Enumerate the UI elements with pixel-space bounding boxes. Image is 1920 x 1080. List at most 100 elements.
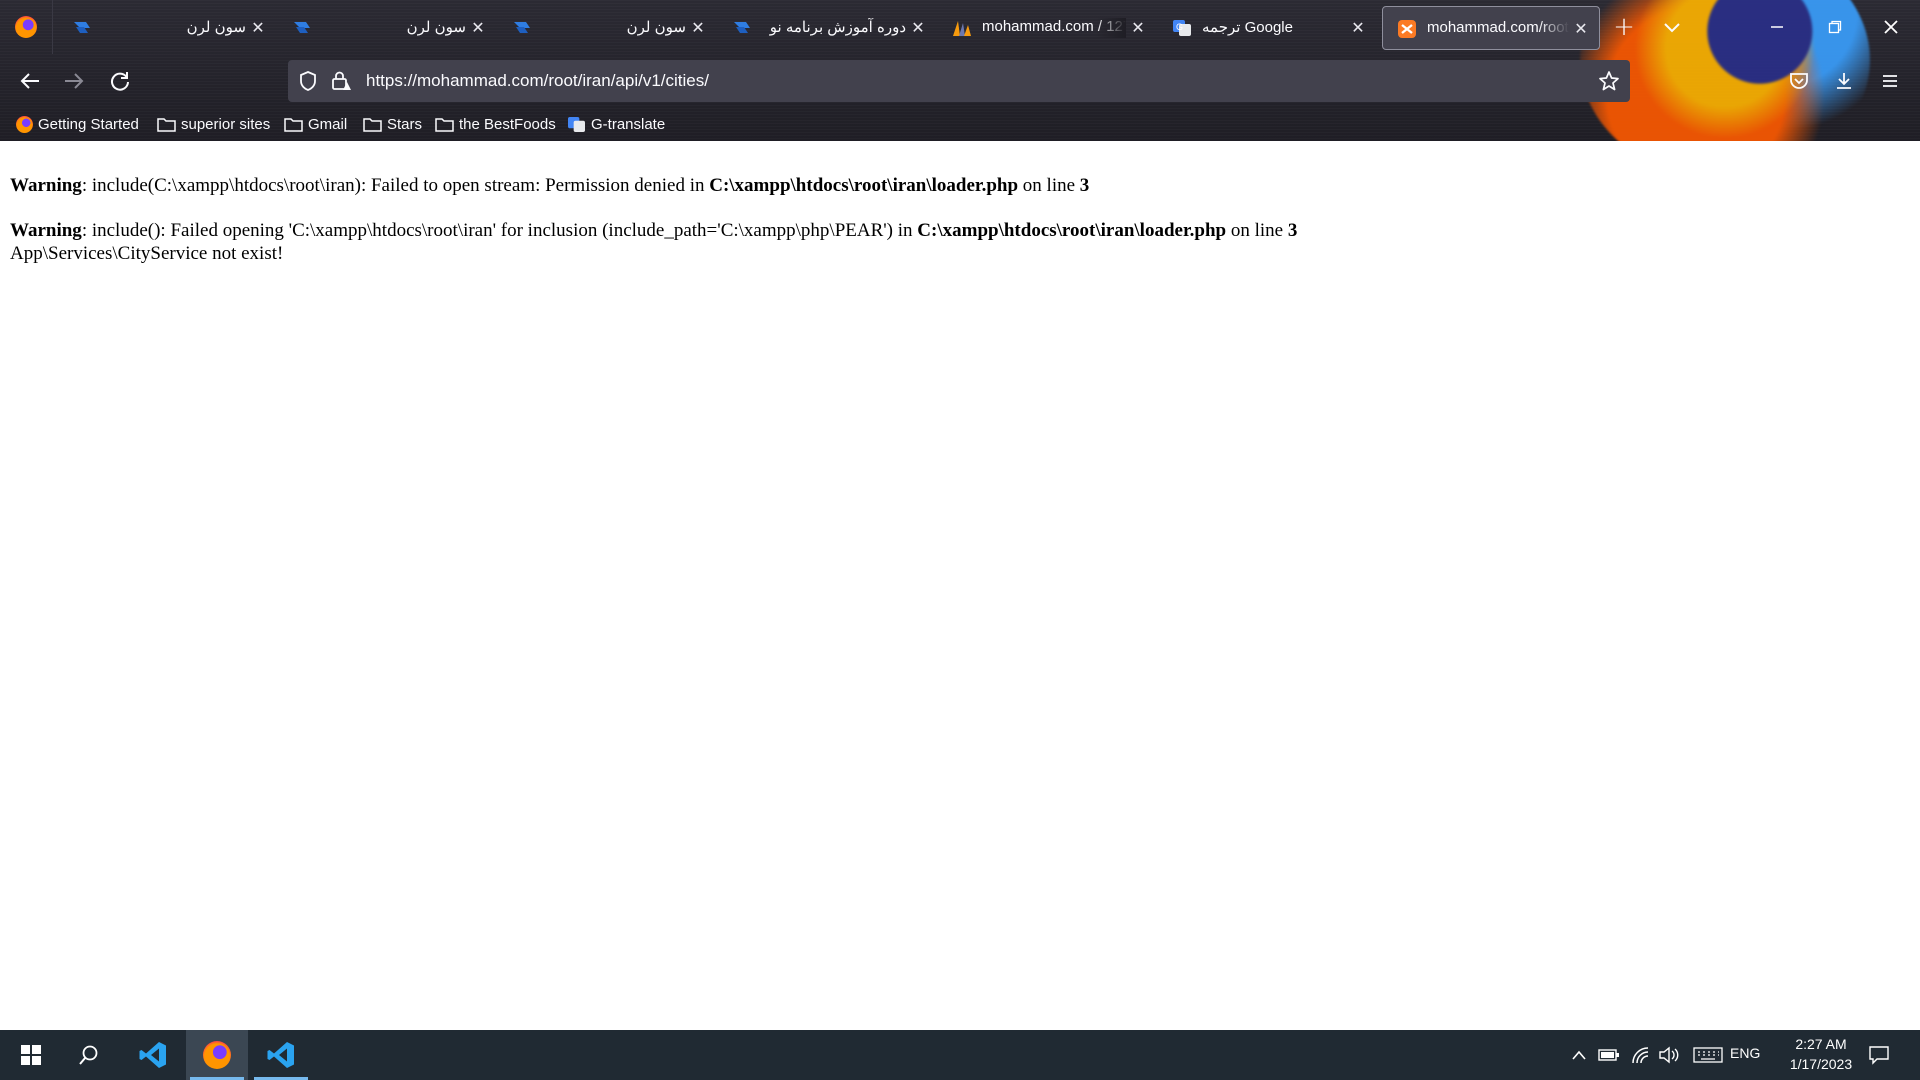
battery-icon xyxy=(1598,1049,1619,1061)
shield-icon[interactable] xyxy=(297,70,319,92)
reload-icon xyxy=(111,72,129,91)
bookmark-gmail[interactable]: Gmail xyxy=(284,112,347,136)
search-button[interactable] xyxy=(58,1030,120,1080)
tab-1[interactable]: سون لرن ✕ xyxy=(58,6,276,50)
wifi-icon xyxy=(1632,1047,1649,1064)
warning-label: Warning xyxy=(10,220,82,241)
taskbar-firefox[interactable] xyxy=(186,1030,248,1080)
close-icon[interactable]: ✕ xyxy=(1348,18,1368,38)
arrow-right-icon xyxy=(65,73,84,89)
close-icon[interactable]: ✕ xyxy=(468,18,488,38)
list-all-tabs-button[interactable] xyxy=(1652,8,1692,46)
vscode-icon xyxy=(267,1042,294,1068)
start-button[interactable] xyxy=(0,1030,62,1080)
clock-date: 1/17/2023 xyxy=(1789,1056,1853,1072)
tab-4[interactable]: دوره آموزش برنامه نو ✕ xyxy=(718,6,936,50)
bookmark-label: Getting Started xyxy=(38,115,139,133)
firefox-icon xyxy=(203,1041,231,1069)
tab-title: سون لرن xyxy=(406,19,466,36)
restore-button[interactable] xyxy=(1808,0,1862,54)
tab-title: ترجمه Google xyxy=(1202,19,1293,36)
bookmark-the-bestfoods[interactable]: the BestFoods xyxy=(435,112,556,136)
network-button[interactable] xyxy=(1630,1045,1652,1065)
warning-2: Warning: include(): Failed opening 'C:\x… xyxy=(10,220,1297,242)
bookmark-label: Stars xyxy=(387,115,423,133)
firefox-icon xyxy=(15,16,37,38)
close-icon[interactable]: ✕ xyxy=(248,18,268,38)
warning-text: : include(): Failed opening 'C:\xampp\ht… xyxy=(81,220,918,241)
close-icon[interactable]: ✕ xyxy=(1571,19,1591,39)
lock-warning-icon[interactable] xyxy=(330,70,352,92)
taskbar-vscode[interactable] xyxy=(122,1030,184,1080)
minimize-button[interactable] xyxy=(1750,0,1804,54)
pocket-button[interactable] xyxy=(1781,63,1817,99)
windows-taskbar: ENG 2:27 AM 1/17/2023 xyxy=(0,1030,1920,1080)
bookmark-label: G-translate xyxy=(591,115,666,133)
windows-start-icon xyxy=(21,1045,41,1065)
volume-button[interactable] xyxy=(1658,1045,1680,1065)
new-tab-button[interactable]: + xyxy=(1604,8,1644,46)
tab-title: mohammad.com/root xyxy=(1427,19,1569,39)
browser-chrome: سون لرن ✕ سون لرن ✕ سون لرن ✕ دوره آموزش… xyxy=(0,0,1920,141)
warning-file: C:\xampp\htdocs\root\iran\loader.php xyxy=(709,175,1019,196)
close-icon[interactable]: ✕ xyxy=(908,18,928,38)
hamburger-menu-icon xyxy=(1883,75,1897,87)
firefox-menu-button[interactable] xyxy=(0,0,53,54)
url-bar[interactable]: https://mohammad.com/root/iran/api/v1/ci… xyxy=(288,60,1630,102)
warning-1: Warning: include(C:\xampp\htdocs\root\ir… xyxy=(10,175,1089,197)
warning-label: Warning xyxy=(10,175,82,196)
action-center-button[interactable] xyxy=(1868,1045,1890,1065)
vscode-icon xyxy=(139,1042,166,1068)
tab-strip: سون لرن ✕ سون لرن ✕ سون لرن ✕ دوره آموزش… xyxy=(0,0,1920,54)
url-text[interactable]: https://mohammad.com/root/iran/api/v1/ci… xyxy=(366,71,709,91)
close-icon xyxy=(1884,20,1898,34)
close-window-button[interactable] xyxy=(1864,0,1918,54)
close-icon[interactable]: ✕ xyxy=(688,18,708,38)
input-language-indicator[interactable]: ENG xyxy=(1730,1045,1760,1061)
forward-button[interactable] xyxy=(56,63,92,99)
firefox-icon xyxy=(16,115,33,133)
folder-icon xyxy=(363,118,382,132)
speaker-icon xyxy=(1659,1046,1679,1064)
tab-2[interactable]: سون لرن ✕ xyxy=(278,6,496,50)
star-icon[interactable] xyxy=(1598,70,1620,92)
tab-3[interactable]: سون لرن ✕ xyxy=(498,6,716,50)
tab-5[interactable]: mohammad.com / 127 ✕ xyxy=(938,6,1156,50)
search-icon xyxy=(79,1045,98,1065)
error-message: App\Services\CityService not exist! xyxy=(10,243,284,264)
taskbar-vscode-2[interactable] xyxy=(250,1030,312,1080)
chevron-up-icon xyxy=(1572,1050,1586,1060)
chevron-down-icon xyxy=(1664,23,1680,33)
warning-line-number: 3 xyxy=(1287,220,1298,241)
phpmyadmin-icon xyxy=(953,21,971,36)
bookmark-getting-started[interactable]: Getting Started xyxy=(16,112,139,136)
sevenlearn-icon xyxy=(734,22,750,33)
google-translate-icon: G xyxy=(1173,20,1191,36)
back-button[interactable] xyxy=(12,63,48,99)
bookmark-superior-sites[interactable]: superior sites xyxy=(157,112,270,136)
warning-on-line: on line xyxy=(1226,220,1288,241)
bookmark-stars[interactable]: Stars xyxy=(363,112,422,136)
app-menu-button[interactable] xyxy=(1872,63,1908,99)
battery-button[interactable] xyxy=(1598,1045,1620,1065)
tab-7-active[interactable]: mohammad.com/root ✕ xyxy=(1382,6,1600,50)
bookmark-g-translate[interactable]: G-translate xyxy=(567,112,665,136)
clock[interactable]: 2:27 AM 1/17/2023 xyxy=(1766,1034,1876,1074)
svg-text:G: G xyxy=(1176,22,1183,32)
close-icon[interactable]: ✕ xyxy=(1128,18,1148,38)
arrow-left-icon xyxy=(20,73,39,89)
folder-icon xyxy=(284,118,303,132)
keyboard-icon xyxy=(1693,1047,1723,1063)
touch-keyboard-button[interactable] xyxy=(1692,1045,1724,1065)
show-hidden-icons-button[interactable] xyxy=(1568,1045,1590,1065)
minimize-icon xyxy=(1771,26,1783,28)
download-icon xyxy=(1837,73,1851,89)
pocket-icon xyxy=(1790,73,1808,89)
reload-button[interactable] xyxy=(102,63,138,99)
downloads-button[interactable] xyxy=(1826,63,1862,99)
folder-icon xyxy=(157,118,176,132)
sevenlearn-icon xyxy=(514,22,530,33)
tab-6[interactable]: G ترجمه Google ✕ xyxy=(1158,6,1376,50)
bookmark-label: Gmail xyxy=(308,115,348,133)
bookmarks-toolbar: Getting Started superior sites Gmail Sta… xyxy=(0,108,1920,140)
